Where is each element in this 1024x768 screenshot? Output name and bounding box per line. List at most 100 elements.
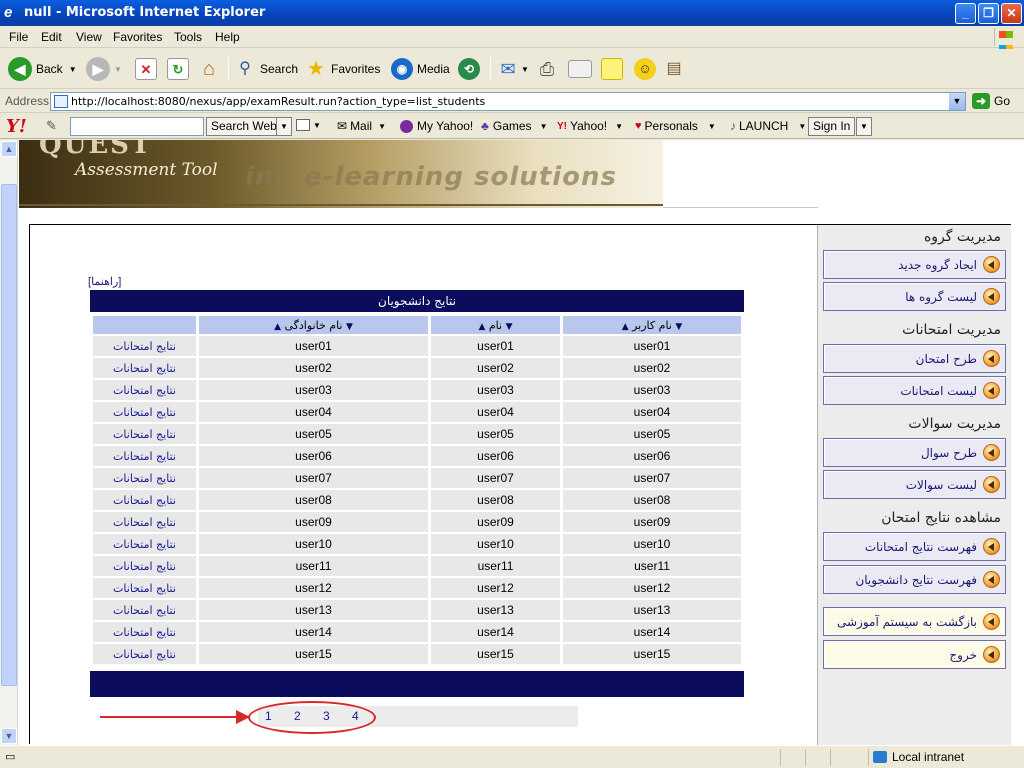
menu-edit[interactable]: Edit [41,30,62,44]
personals-button[interactable]: ♥ Personals ▼ [635,119,716,133]
exam-results-link[interactable]: نتایج امتحانات [93,556,196,576]
exam-results-list-button[interactable]: فهرست نتایج امتحانات [823,532,1006,561]
stop-button[interactable]: ✕ [135,55,157,83]
table-row: نتایج امتحانات user10 user10 user10 [93,534,741,554]
scroll-up-icon[interactable]: ▲ [1,141,17,157]
student-results-list-button[interactable]: فهرست نتایج دانشجویان [823,565,1006,594]
chevron-down-icon[interactable]: ▼ [521,65,529,74]
menu-view[interactable]: View [76,30,102,44]
chevron-down-icon[interactable]: ▼ [69,65,77,74]
forward-arrow-icon: ▶ [86,57,110,81]
address-url[interactable]: http://localhost:8080/nexus/app/examResu… [71,95,485,108]
group-list-button[interactable]: لیست گروه ها [823,282,1006,311]
chevron-down-icon[interactable]: ▼ [114,65,122,74]
question-list-button[interactable]: لیست سوالات [823,470,1006,499]
exam-results-link[interactable]: نتایج امتحانات [93,424,196,444]
exam-results-link[interactable]: نتایج امتحانات [93,578,196,598]
search-button[interactable]: ⚲ Search [234,55,298,83]
site-banner: QUEST Assessment Tool ing e-learning sol… [19,140,663,208]
exam-results-link[interactable]: نتایج امتحانات [93,468,196,488]
scroll-down-icon[interactable]: ▼ [1,728,17,744]
close-button[interactable]: ✕ [1001,3,1022,24]
design-question-button[interactable]: طرح سوال [823,438,1006,467]
exam-results-link[interactable]: نتایج امتحانات [93,512,196,532]
favorites-button[interactable]: ★ Favorites [305,55,380,83]
column-header-last-name[interactable]: ▼ نام خانوادگی ▲ [199,316,428,334]
exam-results-link[interactable]: نتایج امتحانات [93,534,196,554]
history-button[interactable]: ⟲ [458,55,480,83]
exit-button[interactable]: خروج [823,640,1006,669]
my-yahoo-button[interactable]: My Yahoo! [400,119,473,133]
exam-list-button[interactable]: لیست امتحانات [823,376,1006,405]
print-button[interactable]: ⎙ [536,55,558,83]
sort-down-icon[interactable]: ▼ [506,322,513,332]
yahoo-toolbar: Y! ✎ Search Web ▼ ▼ ✉ Mail ▼ My Yahoo! ♣ Ga… [0,114,1024,139]
maximize-button[interactable]: ❐ [978,3,999,24]
exam-results-link[interactable]: نتایج امتحانات [93,402,196,422]
forward-button[interactable]: ▶ ▼ [86,55,122,83]
refresh-button[interactable]: ↻ [167,55,189,83]
annotation-oval [248,701,376,734]
create-group-button[interactable]: ایجاد گروه جدید [823,250,1006,279]
messenger-button[interactable]: ☺ [634,55,656,83]
home-button[interactable]: ⌂ [198,55,220,83]
yahoo-search-input[interactable] [70,117,204,136]
mail-button[interactable]: ✉ ▼ [497,55,529,83]
group-list-label: لیست گروه ها [905,290,977,304]
go-button[interactable]: ➜ Go [972,93,1010,109]
back-to-edu-system-button[interactable]: بازگشت به سیستم آموزشی [823,607,1006,636]
sort-down-icon[interactable]: ▼ [675,322,682,332]
chevron-down-icon[interactable]: ▼ [856,117,872,136]
vertical-scrollbar[interactable]: ▲ ▼ [0,140,18,745]
games-button[interactable]: ♣ Games ▼ [481,119,547,133]
scroll-thumb[interactable] [1,184,17,686]
menu-file[interactable]: File [9,30,28,44]
launch-button[interactable]: ♪ LAUNCH ▼ [730,119,806,133]
username-cell: user11 [563,556,741,576]
sort-up-icon[interactable]: ▲ [622,322,629,332]
menu-tools[interactable]: Tools [174,30,202,44]
column-header-first-name[interactable]: ▼ نام ▲ [431,316,560,334]
exam-results-link[interactable]: نتایج امتحانات [93,644,196,664]
note-icon [601,58,623,80]
exam-results-link[interactable]: نتایج امتحانات [93,446,196,466]
menu-help[interactable]: Help [215,30,240,44]
first-name-cell: user09 [431,512,560,532]
launch-icon: ♪ [730,119,736,133]
chevron-down-icon[interactable]: ▼ [276,117,292,136]
exam-results-link[interactable]: نتایج امتحانات [93,380,196,400]
menu-favorites[interactable]: Favorites [113,30,162,44]
first-name-cell: user14 [431,622,560,642]
exam-results-link[interactable]: نتایج امتحانات [93,622,196,642]
yahoo-logo-icon[interactable]: Y! [6,116,27,137]
exam-results-link[interactable]: نتایج امتحانات [93,358,196,378]
search-web-button[interactable]: Search Web [206,117,282,136]
exam-results-link[interactable]: نتایج امتحانات [93,490,196,510]
sort-down-icon[interactable]: ▼ [346,322,353,332]
arrow-left-icon [983,538,1000,555]
research-button[interactable]: ▤ [663,55,685,83]
last-name-cell: user04 [199,402,428,422]
help-link-text[interactable]: [راهنما] [88,276,121,288]
pencil-icon[interactable]: ✎ [46,118,57,134]
back-button[interactable]: ◀ Back ▼ [8,55,77,83]
column-header-username[interactable]: ▼ نام کاربر ▲ [563,316,741,334]
highlight-button[interactable]: ▼ [296,119,321,131]
yahoo-button[interactable]: Y! Yahoo! ▼ [557,119,623,133]
chevron-down-icon[interactable]: ▼ [949,93,965,110]
exam-results-link[interactable]: نتایج امتحانات [93,336,196,356]
sort-up-icon[interactable]: ▲ [274,322,281,332]
design-exam-button[interactable]: طرح امتحان [823,344,1006,373]
sort-up-icon[interactable]: ▲ [478,322,485,332]
discuss-button[interactable] [601,55,623,83]
table-row: نتایج امتحانات user13 user13 user13 [93,600,741,620]
question-list-label: لیست سوالات [905,478,977,492]
sign-in-button[interactable]: Sign In [808,117,856,136]
edit-button[interactable] [568,55,592,83]
address-input[interactable]: http://localhost:8080/nexus/app/examResu… [50,92,966,111]
help-link[interactable]: [راهنما] [88,275,121,288]
yahoo-mail-button[interactable]: ✉ Mail ▼ [337,119,386,133]
minimize-button[interactable]: _ [955,3,976,24]
media-button[interactable]: ◉ Media [391,55,450,83]
exam-results-link[interactable]: نتایج امتحانات [93,600,196,620]
